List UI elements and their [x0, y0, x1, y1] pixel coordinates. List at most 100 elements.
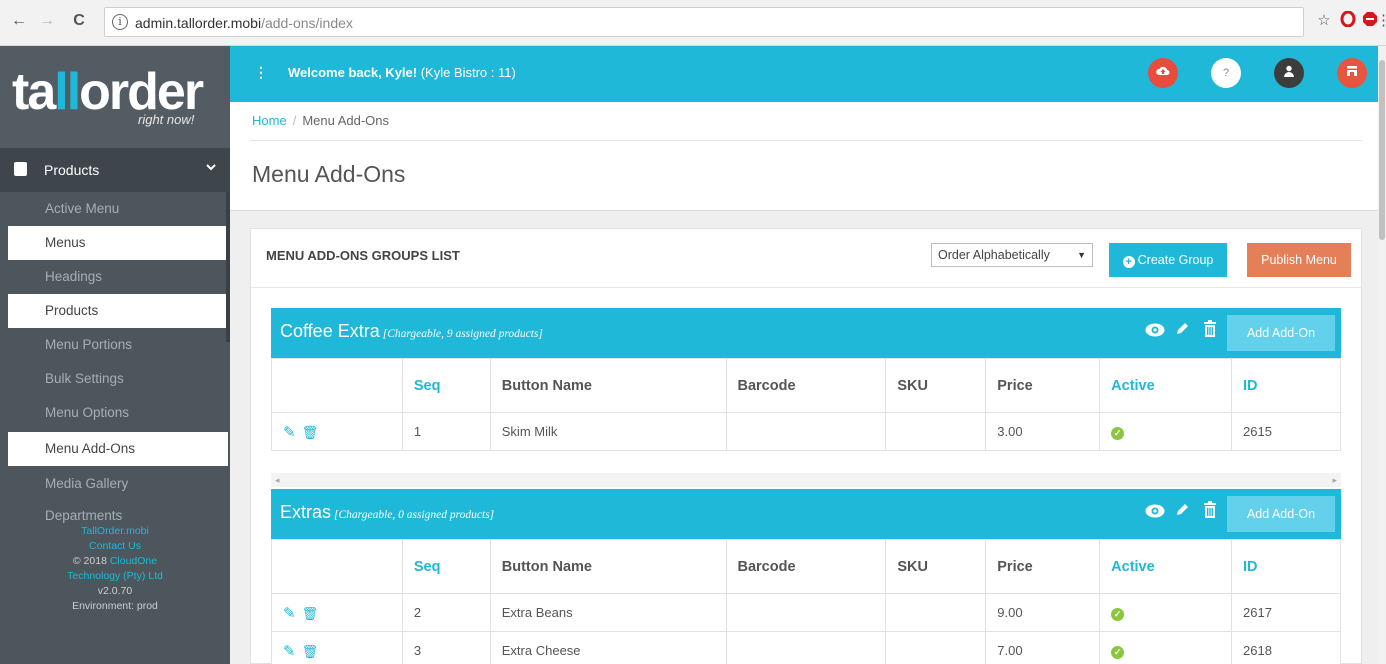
group-meta: [Chargeable, 0 assigned products] [334, 509, 495, 521]
column-header-seq[interactable]: Seq [401, 539, 491, 594]
scroll-left-icon[interactable]: ◂ [275, 473, 280, 487]
group-name: Extras [Chargeable, 0 assigned products] [280, 502, 495, 522]
page-scrollbar[interactable] [1378, 46, 1386, 664]
sidebar-item-menu-options[interactable]: Menu Options [8, 396, 228, 430]
eye-icon[interactable] [1144, 501, 1166, 523]
column-header-id[interactable]: ID [1231, 539, 1341, 594]
edit-pencil-icon[interactable]: ✎ [283, 424, 296, 441]
group-meta: [Chargeable, 9 assigned products] [382, 328, 543, 340]
publish-menu-button[interactable]: Publish Menu [1247, 243, 1351, 277]
horizontal-scrollbar[interactable]: ◂ ▸ [271, 473, 1341, 487]
table-row: ✎ 🗑 3 Extra Cheese 7.00 ✓ 2618 [271, 631, 1341, 664]
logo[interactable]: tallorder right now! [0, 46, 230, 148]
footer-company-link[interactable]: CloudOne [110, 555, 157, 567]
reload-icon[interactable]: C [68, 10, 90, 32]
cell-price: 3.00 [985, 412, 1101, 451]
cell-seq: 2 [401, 593, 491, 632]
row-actions: ✎ 🗑 [271, 631, 403, 664]
page-title: Menu Add-Ons [252, 161, 406, 187]
check-circle-icon: ✓ [1111, 607, 1125, 621]
store-button[interactable] [1337, 58, 1367, 88]
url-text[interactable]: admin.tallorder.mobi/add-ons/index [135, 15, 353, 31]
row-actions: ✎ 🗑 [271, 412, 403, 451]
cell-button-name: Extra Cheese [489, 631, 727, 664]
sidebar-item-menu-portions[interactable]: Menu Portions [8, 328, 228, 362]
page-scrollbar-thumb[interactable] [1379, 60, 1385, 240]
cell-id: 2615 [1231, 412, 1341, 451]
cell-button-name: Extra Beans [489, 593, 727, 632]
column-header-barcode: Barcode [725, 539, 887, 594]
cell-sku [885, 631, 987, 664]
cell-sku [885, 593, 987, 632]
cell-seq: 1 [401, 412, 491, 451]
column-header-barcode: Barcode [725, 358, 887, 413]
sidebar-item-departments[interactable]: Departments [8, 501, 228, 523]
upload-button[interactable] [1148, 58, 1178, 88]
sidebar-item-active-menu[interactable]: Active Menu [8, 192, 228, 226]
row-actions: ✎ 🗑 [271, 593, 403, 632]
trash-icon[interactable] [1199, 501, 1221, 523]
info-icon[interactable]: i [112, 14, 128, 30]
footer-contact-link[interactable]: Contact Us [0, 539, 230, 554]
star-icon[interactable]: ☆ [1314, 11, 1334, 31]
breadcrumb-current: Menu Add-Ons [302, 113, 390, 128]
column-header-price: Price [985, 539, 1101, 594]
sidebar-item-menu-add-ons[interactable]: Menu Add-Ons [8, 432, 228, 466]
cloud-upload-icon [1156, 65, 1170, 80]
add-add-on-button[interactable]: Add Add-On [1227, 315, 1335, 351]
forward-icon[interactable]: → [36, 10, 58, 32]
edit-pencil-icon[interactable]: ✎ [283, 643, 296, 660]
trash-icon[interactable] [1199, 320, 1221, 342]
logo-tagline: right now! [138, 112, 195, 127]
breadcrumb-divider [250, 140, 1362, 141]
caret-down-icon: ▼ [1077, 250, 1086, 260]
sidebar-item-headings[interactable]: Headings [8, 260, 228, 294]
sort-select-value: Order Alphabetically [938, 248, 1050, 262]
table-row: ✎ 🗑 1 Skim Milk 3.00 ✓ 2615 [271, 412, 1341, 451]
column-header-active[interactable]: Active [1099, 358, 1233, 413]
footer-site-link[interactable]: TallOrder.mobi [0, 524, 230, 539]
column-header-actions [271, 358, 403, 413]
cell-sku [885, 412, 987, 451]
column-header-active[interactable]: Active [1099, 539, 1233, 594]
footer-company-link-2[interactable]: Technology (Pty) Ltd [0, 569, 230, 584]
scroll-right-icon[interactable]: ▸ [1332, 473, 1337, 487]
breadcrumb: Home / Menu Add-Ons [252, 113, 390, 128]
table-header-row: Seq Button Name Barcode SKU Price Active… [271, 539, 1341, 594]
browser-menu-icon[interactable]: ⋮ [1376, 11, 1386, 31]
footer-copyright: © 2018 [72, 555, 107, 567]
pencil-icon[interactable] [1171, 320, 1193, 342]
sidebar-item-menus[interactable]: Menus [8, 226, 228, 260]
back-icon[interactable]: ← [8, 10, 30, 32]
pencil-icon[interactable] [1171, 501, 1193, 523]
column-header-seq[interactable]: Seq [401, 358, 491, 413]
sidebar-item-media-gallery[interactable]: Media Gallery [8, 467, 228, 501]
address-bar[interactable]: i admin.tallorder.mobi/add-ons/index [104, 7, 1304, 37]
user-button[interactable] [1274, 58, 1304, 88]
column-header-id[interactable]: ID [1231, 358, 1341, 413]
cell-active: ✓ [1099, 593, 1233, 632]
sidebar-item-bulk-settings[interactable]: Bulk Settings [8, 362, 228, 396]
browser-chrome: ← → C i admin.tallorder.mobi/add-ons/ind… [0, 0, 1386, 46]
edit-pencil-icon[interactable]: ✎ [283, 605, 296, 622]
breadcrumb-home[interactable]: Home [252, 113, 287, 128]
opera-icon[interactable] [1338, 10, 1358, 31]
sidebar-footer: TallOrder.mobi Contact Us © 2018 CloudOn… [0, 524, 230, 614]
help-icon: ? [1222, 67, 1230, 79]
eye-icon[interactable] [1144, 320, 1166, 342]
cell-button-name: Skim Milk [489, 412, 727, 451]
sidebar-item-products[interactable]: Products [8, 294, 228, 328]
help-button[interactable]: ? [1211, 58, 1241, 88]
kebab-menu-icon[interactable]: ⋮ [254, 64, 268, 81]
delete-trash-icon[interactable]: 🗑 [302, 606, 319, 621]
cell-active: ✓ [1099, 631, 1233, 664]
cell-price: 7.00 [985, 631, 1101, 664]
sort-select[interactable]: Order Alphabetically ▼ [931, 243, 1093, 267]
add-add-on-button[interactable]: Add Add-On [1227, 496, 1335, 532]
check-circle-icon: ✓ [1111, 645, 1125, 659]
delete-trash-icon[interactable]: 🗑 [302, 644, 319, 659]
sidebar-section-products[interactable]: Products [0, 148, 230, 192]
delete-trash-icon[interactable]: 🗑 [302, 425, 319, 440]
create-group-button[interactable]: + Create Group [1109, 243, 1227, 277]
column-header-price: Price [985, 358, 1101, 413]
